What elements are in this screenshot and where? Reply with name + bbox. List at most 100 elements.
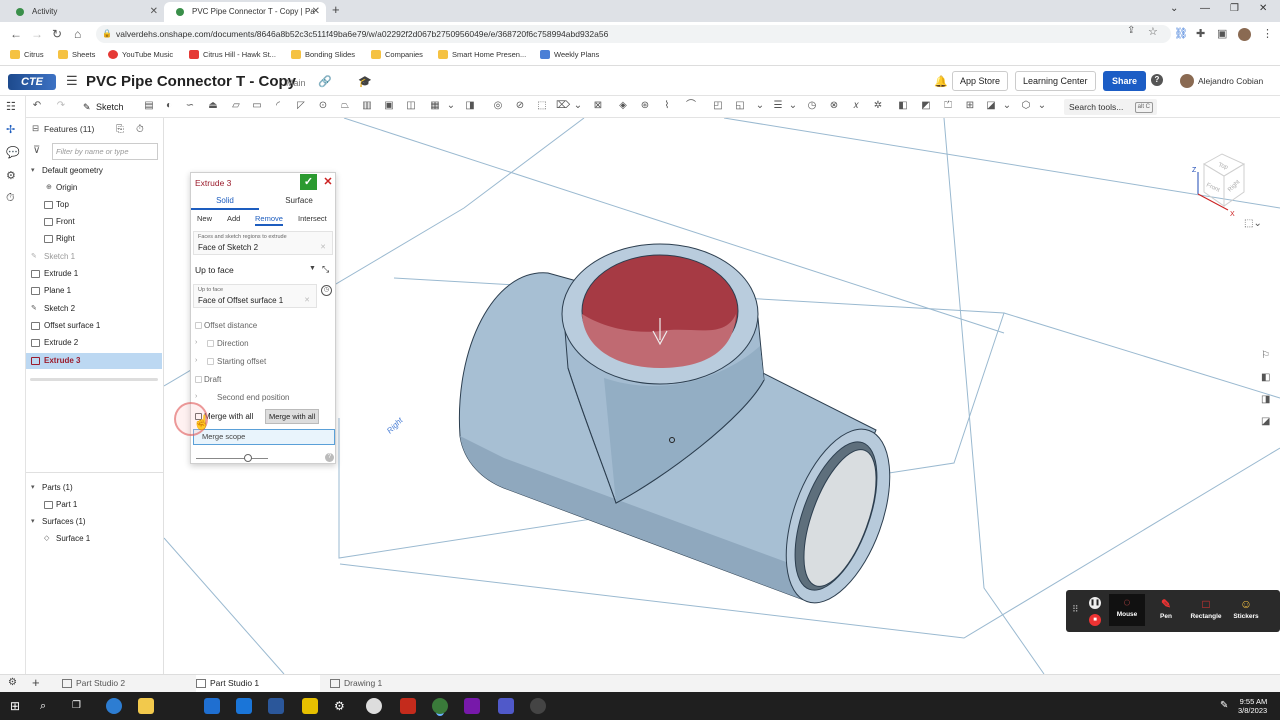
close-window-icon[interactable]: ✕ [1259, 3, 1267, 14]
custom-feature-icon[interactable]: ✲ [871, 99, 885, 113]
revolve-icon[interactable]: ◐ [162, 99, 176, 113]
bookmark-citrus[interactable]: Citrus [10, 50, 44, 59]
offset-surface-icon[interactable]: ◱ [733, 99, 747, 113]
tree-front-plane[interactable]: Front [26, 214, 162, 230]
rib-icon[interactable]: ▥ [360, 99, 374, 113]
tree-default-geometry[interactable]: ▾ Default geometry [26, 163, 162, 179]
tree-right-plane[interactable]: Right [26, 231, 162, 247]
start-icon[interactable]: ⊞ [10, 698, 26, 714]
draft-icon[interactable]: ⏢ [338, 99, 352, 113]
rollback-slider-handle[interactable] [244, 454, 252, 462]
enclose-icon[interactable]: ▭ [250, 99, 264, 113]
features-collapse-icon[interactable]: ⊟ [32, 123, 39, 134]
up-to-face-field[interactable]: Up to face Face of Offset surface 1 ✕ [193, 284, 317, 308]
tree-extrude-2[interactable]: Extrude 2 [26, 335, 162, 351]
boolean-icon[interactable]: ◎ [491, 99, 505, 113]
acrobat-icon[interactable] [400, 698, 416, 714]
hole-icon[interactable]: ⊙ [316, 99, 330, 113]
op-add-button[interactable]: Add [227, 214, 240, 226]
origin-icon[interactable]: ✢ [6, 123, 15, 136]
bookmark-weekly-plans[interactable]: Weekly Plans [540, 50, 599, 59]
tree-part-1[interactable]: Part 1 [26, 497, 162, 513]
tree-surface-1[interactable]: ◇ Surface 1 [26, 531, 162, 547]
offset-distance-option[interactable]: Offset distance [195, 321, 257, 330]
flange-icon[interactable]: ⏍ [941, 99, 955, 113]
document-menu-icon[interactable]: ☰ [66, 73, 78, 89]
filter-icon[interactable]: ⊽ [33, 145, 40, 156]
bookmark-smart-home[interactable]: Smart Home Presen... [438, 50, 526, 59]
tab-part-studio-2[interactable]: Part Studio 2 [62, 675, 184, 692]
split-icon[interactable]: ⊘ [513, 99, 527, 113]
app-icon-2[interactable] [530, 698, 546, 714]
pattern-dropdown-icon[interactable]: ⌄ [444, 99, 458, 113]
sheet-metal-flange-icon[interactable]: ◩ [919, 99, 933, 113]
pattern-icon[interactable]: ▦ [428, 99, 442, 113]
rollback-bar[interactable] [30, 378, 158, 381]
chrome-icon[interactable] [432, 698, 448, 714]
tree-sketch-2[interactable]: ✎ Sketch 2 [26, 301, 162, 317]
tab-part-studio-1[interactable]: Part Studio 1 [196, 675, 320, 692]
form-icon[interactable]: ⬡ [1019, 99, 1033, 113]
checkbox[interactable] [195, 376, 202, 383]
comments-icon[interactable]: 💬 [6, 146, 20, 159]
extensions-icon[interactable]: ✚ [1196, 27, 1205, 40]
mate-connector-icon[interactable]: ⊛ [638, 99, 652, 113]
history-icon[interactable]: ⏱ [6, 192, 15, 205]
feature-list-icon[interactable]: ☷ [6, 100, 16, 113]
surface-dropdown-icon[interactable]: ⌄ [753, 99, 767, 113]
home-icon[interactable]: ⌂ [74, 27, 81, 41]
undo-icon[interactable]: ↶ [30, 99, 44, 113]
link-icon[interactable]: 🔗 [318, 75, 332, 88]
extrude-icon[interactable]: ▤ [142, 99, 156, 113]
draft-option[interactable]: Draft [195, 375, 221, 384]
cancel-button[interactable]: ✕ [321, 174, 335, 190]
app-icon[interactable] [366, 698, 382, 714]
sketch-curve-icon[interactable]: ⌒ [684, 99, 698, 113]
frame-icon[interactable]: ☰ [771, 99, 785, 113]
system-clock[interactable]: 9:55 AM 3/8/2023 [1238, 697, 1267, 715]
form-dropdown-icon[interactable]: ⌄ [1035, 99, 1049, 113]
checkbox[interactable] [207, 340, 214, 347]
chevron-down-icon[interactable]: ▾ [31, 163, 35, 179]
cte-logo[interactable]: CTE [8, 74, 56, 90]
learning-center-button[interactable]: Learning Center [1015, 71, 1096, 91]
merge-scope-field[interactable]: Merge scope [193, 429, 335, 445]
drag-handle-icon[interactable]: ⠿ [1072, 604, 1079, 615]
forward-icon[interactable]: → [31, 27, 43, 41]
search-icon[interactable]: ⌕ [40, 698, 56, 714]
loft-icon[interactable]: ⏏ [206, 99, 220, 113]
tab-solid[interactable]: Solid [191, 196, 259, 210]
cylinder-icon[interactable]: ◫ [404, 99, 418, 113]
back-icon[interactable]: ← [10, 27, 22, 41]
edge-icon[interactable] [106, 698, 122, 714]
filter-input[interactable]: Filter by name or type [52, 143, 158, 160]
task-view-icon[interactable]: ❐ [72, 698, 88, 714]
share-page-icon[interactable]: ⇪ [1127, 25, 1135, 36]
bookmark-star-icon[interactable]: ☆ [1148, 25, 1158, 38]
profile-avatar[interactable] [1238, 28, 1251, 41]
helix-icon[interactable]: ⌇ [660, 99, 674, 113]
feature-options-icon[interactable]: ⎘ [116, 124, 124, 135]
close-tab-icon[interactable]: ✕ [312, 2, 320, 22]
browser-tab-activity[interactable]: Activity ✕ [4, 2, 164, 22]
avatar[interactable] [1180, 74, 1194, 88]
tree-offset-surface-1[interactable]: Offset surface 1 [26, 318, 162, 334]
stickers-tool-button[interactable]: ☺ Stickers [1228, 596, 1264, 620]
chevron-down-icon[interactable]: ▾ [31, 480, 35, 496]
tab-feature-icon[interactable]: ⊞ [963, 99, 977, 113]
variable-icon[interactable]: 𝑥 [849, 99, 863, 113]
appearance-icon[interactable]: ⚐ [1261, 350, 1270, 361]
chevron-right-icon[interactable]: › [195, 339, 197, 346]
clear-selection-icon[interactable]: ✕ [304, 296, 310, 304]
pvc-tee-part[interactable] [458, 243, 910, 617]
side-panel-icon[interactable]: ▣ [1217, 27, 1227, 40]
minimize-icon[interactable]: — [1200, 3, 1210, 14]
user-name[interactable]: Alejandro Cobian [1198, 76, 1263, 86]
app-store-button[interactable]: App Store [952, 71, 1009, 91]
browser-menu-icon[interactable]: ⋮ [1262, 27, 1273, 40]
sweep-icon[interactable]: ∽ [183, 99, 197, 113]
rollback-timer-icon[interactable]: ⏱ [136, 124, 144, 135]
accept-button[interactable]: ✓ [300, 174, 317, 190]
configuration-icon[interactable]: ◨ [1261, 394, 1270, 405]
corner-dropdown-icon[interactable]: ⌄ [1000, 99, 1014, 113]
